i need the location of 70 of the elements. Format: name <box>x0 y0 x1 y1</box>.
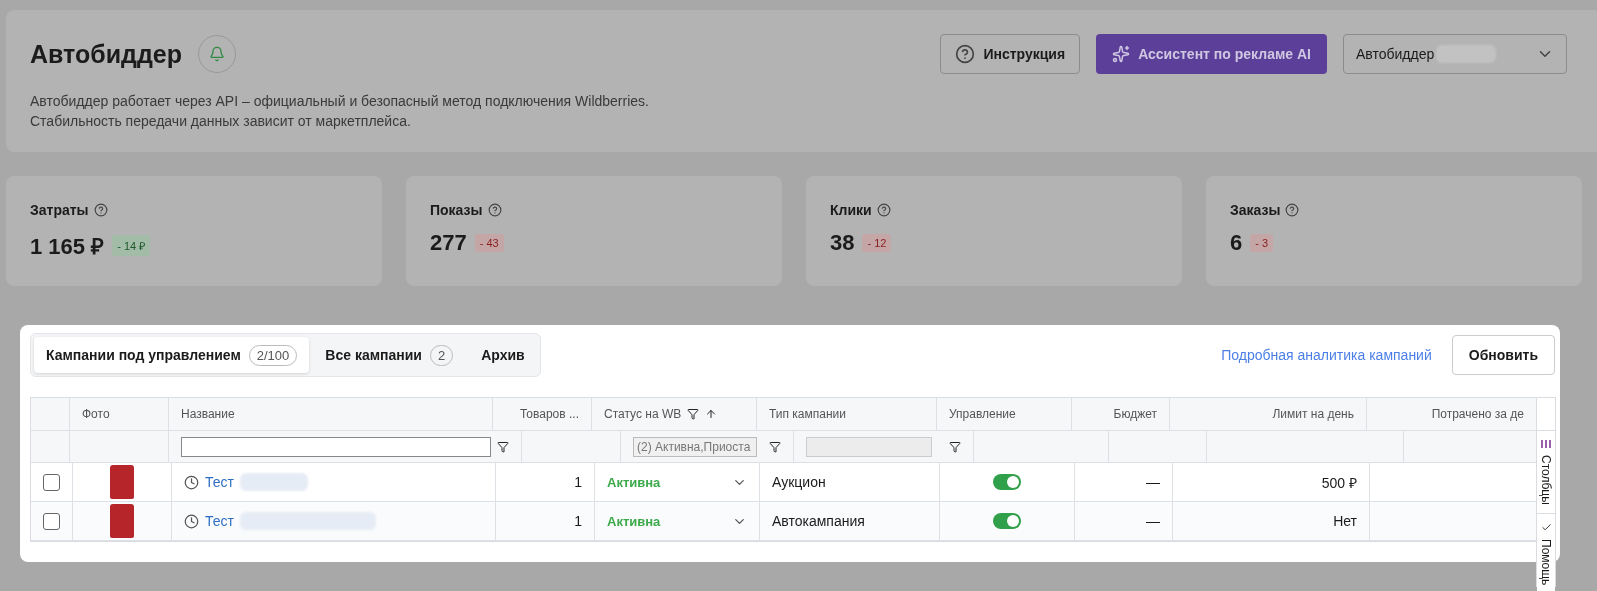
filter-icon[interactable] <box>497 440 509 453</box>
bell-icon <box>209 46 225 62</box>
delta-badge: - 14 ₽ <box>112 234 151 256</box>
stat-value: 1 165 ₽ <box>30 233 105 260</box>
table-cell: 1 <box>574 474 582 490</box>
table-cell: — <box>1146 513 1160 529</box>
help-icon <box>955 44 976 64</box>
table-cell: Автокампания <box>772 513 865 529</box>
campaign-tab[interactable]: Все кампании 2 <box>313 337 466 373</box>
table-cell: Аукцион <box>772 474 826 490</box>
campaign-tab[interactable]: Архив <box>469 337 537 373</box>
delta-badge: - 43 <box>474 234 504 252</box>
check-icon <box>1540 521 1552 533</box>
stat-label: Клики <box>830 202 872 218</box>
stat-label: Заказы <box>1230 202 1281 218</box>
table-cell: 1 <box>574 513 582 529</box>
product-photo <box>110 504 134 538</box>
campaign-tab[interactable]: Кампании под управлением 2/100 <box>34 337 310 373</box>
stat-value: 277 <box>430 230 467 256</box>
name-filter-field[interactable] <box>181 436 491 457</box>
management-toggle[interactable] <box>993 474 1021 490</box>
column-header[interactable]: Тип кампании <box>769 407 846 421</box>
sparkles-icon <box>1112 45 1131 63</box>
column-header[interactable]: Потрачено за де <box>1431 407 1524 421</box>
management-toggle[interactable] <box>993 513 1021 529</box>
column-header[interactable]: Бюджет <box>1113 407 1157 421</box>
stat-label: Затраты <box>30 202 89 218</box>
column-header[interactable]: Статус на WB <box>604 407 682 421</box>
status-filter-field[interactable]: (2) Активна,Приоста <box>633 436 757 457</box>
table-cell: Нет <box>1333 513 1357 529</box>
row-checkbox[interactable] <box>43 512 60 530</box>
filter-icon[interactable] <box>687 408 700 420</box>
campaign-name-link[interactable]: Тест <box>205 513 234 529</box>
sort-arrow-icon[interactable] <box>705 408 718 420</box>
delta-badge: - 12 <box>862 234 892 252</box>
analytics-link[interactable]: Подробная аналитика кампаний <box>1221 347 1432 363</box>
assistant-button[interactable]: Ассистент по рекламе AI <box>1096 34 1327 74</box>
table-cell-text: 500 ₽ <box>1321 473 1357 492</box>
filter-icon[interactable] <box>769 440 781 453</box>
help-icon[interactable] <box>1285 203 1300 217</box>
description-text: Автобиддер работает через API – официальный и безопасный метод подключения Wildberries. <box>30 92 649 111</box>
column-header[interactable]: Лимит на день <box>1272 407 1354 421</box>
columns-icon <box>1541 439 1551 449</box>
column-header[interactable]: Фото <box>82 407 110 421</box>
help-icon[interactable] <box>876 203 891 217</box>
row-checkbox[interactable] <box>43 473 60 491</box>
help-icon[interactable] <box>93 203 108 217</box>
page-title: Автобиддер <box>30 39 182 69</box>
refresh-button[interactable]: Обновить <box>1451 335 1555 375</box>
column-header[interactable]: Название <box>181 407 235 421</box>
side-tab[interactable]: Помощь <box>1537 512 1555 591</box>
stat-value: 38 <box>830 230 855 256</box>
clock-icon <box>184 474 199 490</box>
stat-value: 6 <box>1230 230 1243 256</box>
column-header[interactable]: Товаров ... <box>519 407 579 421</box>
product-photo <box>110 465 134 499</box>
description-text: Стабильность передачи данных зависит от маркетплейса. <box>30 112 412 131</box>
table-cell: — <box>1146 474 1160 490</box>
stat-label: Показы <box>430 202 483 218</box>
redacted-text <box>239 473 308 491</box>
account-select[interactable]: Автобиддер <box>1343 34 1567 74</box>
delta-badge: - 3 <box>1250 234 1274 252</box>
instruction-button[interactable]: Инструкция <box>940 34 1081 74</box>
filter-icon[interactable] <box>949 440 961 453</box>
status-text: Активна <box>607 474 661 490</box>
help-icon[interactable] <box>487 203 502 217</box>
status-text: Активна <box>607 513 661 529</box>
campaign-name-link[interactable]: Тест <box>205 474 234 490</box>
clock-icon <box>184 513 199 529</box>
column-header[interactable]: Управление <box>949 407 1016 421</box>
